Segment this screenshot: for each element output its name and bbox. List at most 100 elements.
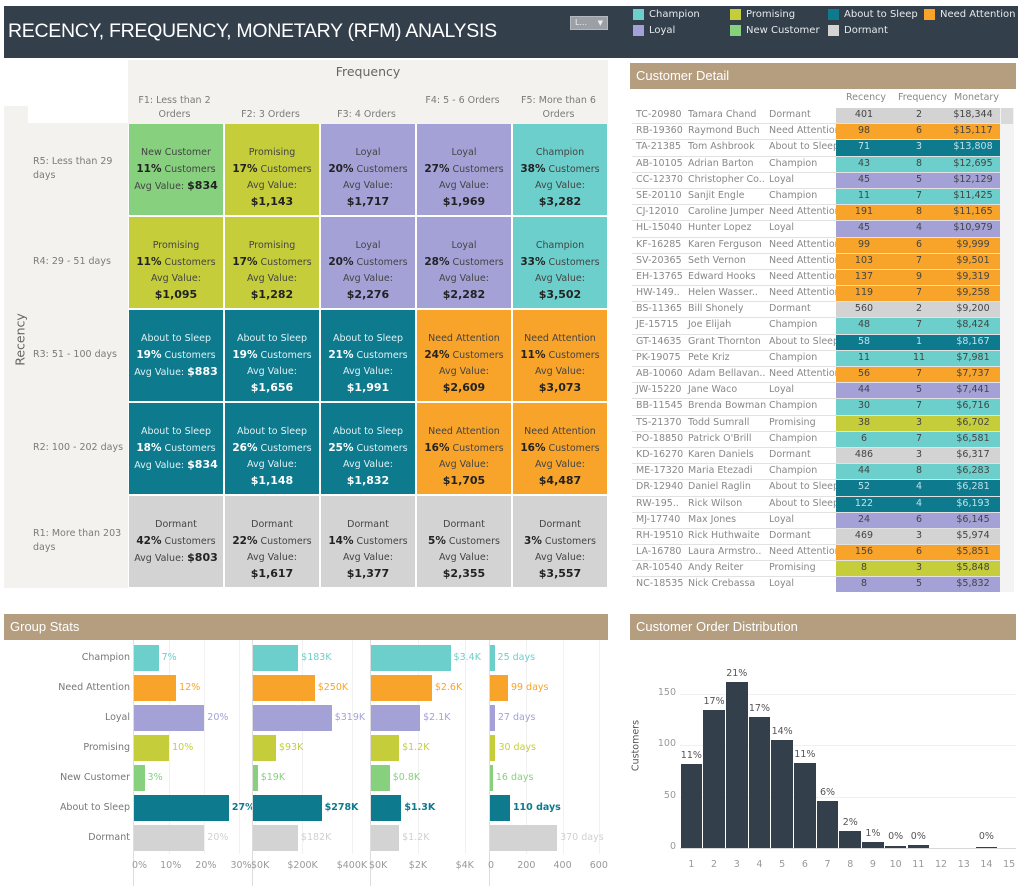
- rfm-cell[interactable]: Promising 17% Customers Avg Value: $1,282: [225, 217, 319, 308]
- table-row[interactable]: JW-15220 Jane Waco Loyal 44 5 $7,441: [632, 383, 1000, 400]
- rfm-cell[interactable]: Dormant 5% Customers Avg Value: $2,355: [417, 496, 511, 587]
- table-row[interactable]: DR-12940 Daniel Raglin About to Sleep 52 4 $6…: [632, 480, 1000, 497]
- table-row[interactable]: AB-10060 Adam Bellavan.. Need Attention 56 7…: [632, 367, 1000, 384]
- histogram-bar[interactable]: [862, 841, 884, 848]
- bar-avg-recency-promising[interactable]: [490, 735, 496, 761]
- table-row[interactable]: SE-20110 Sanjit Engle Champion 11 7 $11,425: [632, 188, 1000, 206]
- rfm-cell[interactable]: Loyal 27% Customers Avg Value: $1,969: [417, 124, 511, 215]
- rfm-cell[interactable]: Promising 17% Customers Avg Value: $1,143: [225, 124, 319, 215]
- rfm-cell[interactable]: Loyal 20% Customers Avg Value: $2,276: [321, 217, 415, 308]
- rfm-cell[interactable]: Need Attention 16% Customers Avg Value: $4…: [513, 403, 607, 494]
- table-row[interactable]: PK-19075 Pete Kriz Champion 11 11 $7,981: [632, 350, 1000, 367]
- bar-total-sales-champion[interactable]: [253, 645, 299, 671]
- rfm-cell[interactable]: Champion 38% Customers Avg Value: $3,282: [513, 124, 607, 215]
- bar-avg-value-dormant[interactable]: [371, 825, 400, 851]
- bar-pct-customers-need-attention[interactable]: [134, 675, 177, 701]
- bar-avg-recency-new-customer[interactable]: [490, 765, 493, 791]
- legend-item-about-to-sleep[interactable]: About to Sleep: [828, 9, 918, 20]
- bar-total-sales-loyal[interactable]: [253, 705, 332, 731]
- table-row[interactable]: BB-11545 Brenda Bowman Champion 30 7 $6,716: [632, 399, 1000, 416]
- rfm-cell[interactable]: Promising 11% Customers Avg Value: $1,095: [129, 217, 223, 308]
- histogram-bar[interactable]: [794, 762, 816, 848]
- legend-item-loyal[interactable]: Loyal: [633, 25, 675, 36]
- rfm-cell[interactable]: Need Attention 16% Customers Avg Value: $1…: [417, 403, 511, 494]
- table-row[interactable]: AR-10540 Andy Reiter Promising 8 3 $5,848: [632, 561, 1000, 578]
- bar-total-sales-need-attention[interactable]: [253, 675, 315, 701]
- rfm-cell[interactable]: Dormant 14% Customers Avg Value: $1,377: [321, 496, 415, 587]
- table-row[interactable]: GT-14635 Grant Thornton About to Sleep 58 1 $…: [632, 334, 1000, 351]
- table-row[interactable]: JE-15715 Joe Elijah Champion 48 7 $8,424: [632, 318, 1000, 335]
- bar-total-sales-about-to-sleep[interactable]: [253, 795, 322, 821]
- table-row[interactable]: AB-10105 Adrian Barton Champion 43 8 $12,695: [632, 156, 1000, 173]
- table-row[interactable]: TA-21385 Tom Ashbrook About to Sleep 71 3 $13…: [632, 140, 1000, 157]
- rfm-cell[interactable]: About to Sleep 19% Customers Avg Value: $8…: [129, 310, 223, 401]
- rfm-cell[interactable]: Need Attention 11% Customers Avg Value: $3…: [513, 310, 607, 401]
- legend-item-promising[interactable]: Promising: [730, 9, 795, 20]
- rfm-cell[interactable]: Dormant 42% Customers Avg Value: $803: [129, 496, 223, 587]
- rfm-cell[interactable]: Loyal 28% Customers Avg Value: $2,282: [417, 217, 511, 308]
- bar-avg-recency-champion[interactable]: [490, 645, 495, 671]
- bar-avg-recency-need-attention[interactable]: [490, 675, 508, 701]
- rfm-cell[interactable]: About to Sleep 26% Customers Avg Value: $1…: [225, 403, 319, 494]
- bar-avg-value-loyal[interactable]: [371, 705, 421, 731]
- table-row[interactable]: LA-16780 Laura Armstro.. Need Attention 156…: [632, 545, 1000, 562]
- table-row[interactable]: ME-17320 Maria Etezadi Champion 44 8 $6,283: [632, 464, 1000, 481]
- bar-total-sales-new-customer[interactable]: [253, 765, 258, 791]
- rfm-cell[interactable]: Dormant 22% Customers Avg Value: $1,617: [225, 496, 319, 587]
- table-row[interactable]: MJ-17740 Max Jones Loyal 24 6 $6,145: [632, 512, 1000, 529]
- histogram-bar[interactable]: [907, 844, 930, 848]
- rfm-cell[interactable]: Loyal 20% Customers Avg Value: $1,717: [321, 124, 415, 215]
- bar-pct-customers-dormant[interactable]: [134, 825, 205, 851]
- bar-total-sales-dormant[interactable]: [253, 825, 298, 851]
- bar-avg-value-promising[interactable]: [371, 735, 400, 761]
- table-row[interactable]: RB-19360 Raymond Buch Need Attention 98 6 $15…: [632, 124, 1000, 141]
- table-row[interactable]: HW-149.. Helen Wasser.. Need Attention 119 7…: [632, 286, 1000, 303]
- bar-avg-value-about-to-sleep[interactable]: [371, 795, 402, 821]
- legend-item-new-customer[interactable]: New Customer: [730, 25, 820, 36]
- rfm-cell[interactable]: New Customer 11% Customers Avg Value: $834: [129, 124, 223, 215]
- rfm-cell[interactable]: Need Attention 24% Customers Avg Value: $2…: [417, 310, 511, 401]
- bar-pct-customers-champion[interactable]: [134, 645, 159, 671]
- rfm-cell[interactable]: About to Sleep 19% Customers Avg Value: $1…: [225, 310, 319, 401]
- bar-pct-customers-about-to-sleep[interactable]: [134, 795, 229, 821]
- table-row[interactable]: TC-20980 Tamara Chand Dormant 401 2 $18,344: [632, 108, 1000, 125]
- table-row[interactable]: KD-16270 Karen Daniels Dormant 486 3 $6,317: [632, 447, 1000, 465]
- rfm-cell[interactable]: About to Sleep 25% Customers Avg Value: $1…: [321, 403, 415, 494]
- bar-avg-value-new-customer[interactable]: [371, 765, 390, 791]
- table-row[interactable]: KF-16285 Karen Ferguson Need Attention 99 6 $…: [632, 237, 1000, 254]
- table-row[interactable]: TS-21370 Todd Sumrall Promising 38 3 $6,702: [632, 415, 1000, 432]
- table-row[interactable]: HL-15040 Hunter Lopez Loyal 45 4 $10,979: [632, 221, 1000, 238]
- table-row[interactable]: CJ-12010 Caroline Jumper Need Attention 191…: [632, 205, 1000, 222]
- bar-pct-customers-new-customer[interactable]: [134, 765, 145, 791]
- bar-avg-recency-about-to-sleep[interactable]: [490, 795, 510, 821]
- bar-pct-customers-promising[interactable]: [134, 735, 170, 761]
- bar-avg-value-need-attention[interactable]: [371, 675, 432, 701]
- column-header-monetary[interactable]: Monetary: [954, 92, 999, 103]
- rfm-cell[interactable]: Dormant 3% Customers Avg Value: $3,557: [513, 496, 607, 587]
- rfm-cell[interactable]: About to Sleep 21% Customers Avg Value: $1…: [321, 310, 415, 401]
- legend-item-need-attention[interactable]: Need Attention: [924, 9, 1015, 20]
- column-header-recency[interactable]: Recency: [846, 92, 886, 103]
- filter-dropdown[interactable]: L... ▼: [570, 16, 608, 30]
- vertical-scrollbar[interactable]: [1000, 108, 1014, 592]
- histogram-bar[interactable]: [703, 710, 725, 848]
- legend-item-dormant[interactable]: Dormant: [828, 25, 888, 36]
- bar-avg-recency-dormant[interactable]: [490, 825, 558, 851]
- table-row[interactable]: NC-18535 Nick Crebassa Loyal 8 5 $5,832: [632, 577, 1000, 592]
- column-header-frequency[interactable]: Frequency: [898, 92, 947, 103]
- table-row[interactable]: SV-20365 Seth Vernon Need Attention 103 7 $9,…: [632, 253, 1000, 270]
- table-row[interactable]: BS-11365 Bill Shonely Dormant 560 2 $9,200: [632, 302, 1000, 319]
- table-row[interactable]: CC-12370 Christopher Co.. Loyal 45 5 $12,129: [632, 172, 1000, 189]
- bar-avg-value-champion[interactable]: [371, 645, 451, 671]
- table-row[interactable]: RW-195.. Rick Wilson About to Sleep 122 4 $6,…: [632, 496, 1000, 513]
- bar-pct-customers-loyal[interactable]: [134, 705, 205, 731]
- bar-total-sales-promising[interactable]: [253, 735, 276, 761]
- table-row[interactable]: PO-18850 Patrick O'Brill Champion 6 7 $6,581: [632, 431, 1000, 448]
- histogram-bar[interactable]: [680, 763, 703, 848]
- scrollbar-thumb[interactable]: [1001, 108, 1013, 124]
- table-row[interactable]: RH-19510 Rick Huthwaite Dormant 469 3 $5,974: [632, 528, 1000, 546]
- rfm-cell[interactable]: About to Sleep 18% Customers Avg Value: $8…: [129, 403, 223, 494]
- table-row[interactable]: EH-13765 Edward Hooks Need Attention 137 9 $9…: [632, 269, 1000, 287]
- bar-avg-recency-loyal[interactable]: [490, 705, 495, 731]
- rfm-cell[interactable]: Champion 33% Customers Avg Value: $3,502: [513, 217, 607, 308]
